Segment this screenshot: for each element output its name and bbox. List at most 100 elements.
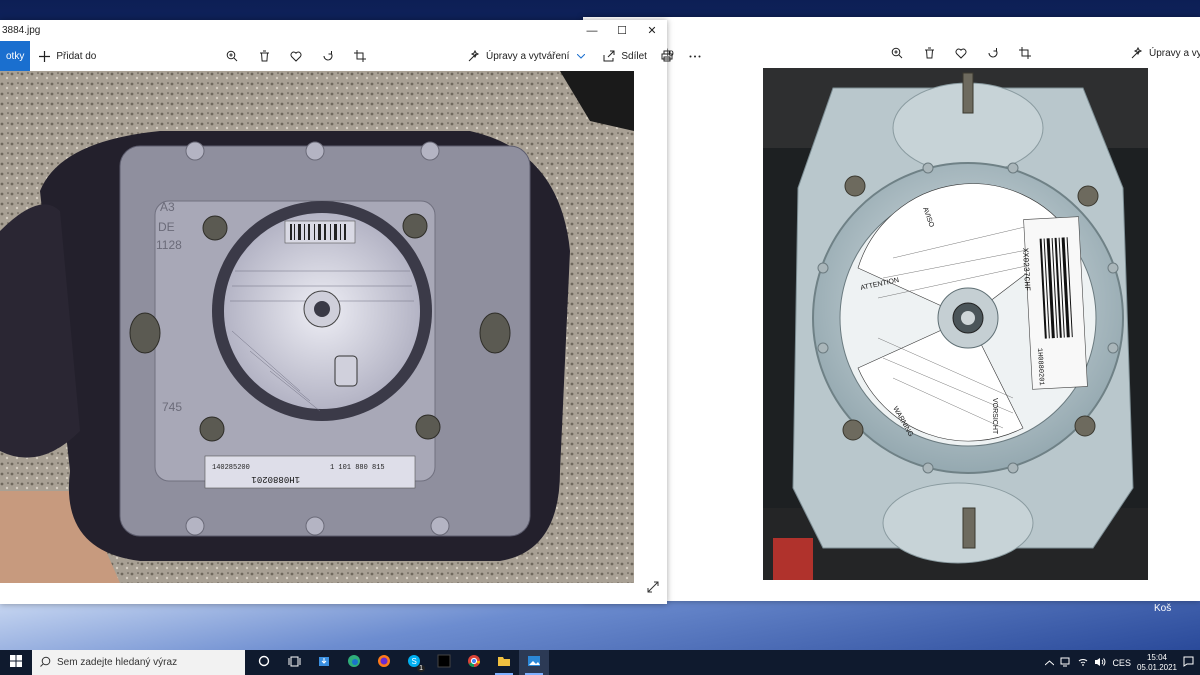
rotate-icon bbox=[985, 45, 1001, 61]
more-button[interactable] bbox=[681, 41, 709, 71]
folder-icon bbox=[497, 655, 511, 670]
edge-icon bbox=[347, 654, 361, 671]
airbag-photo-left: 140285200 1 101 880 815 1H0880201 A3 DE … bbox=[0, 71, 634, 583]
system-tray: CES 15:04 05.01.2021 bbox=[1045, 650, 1200, 675]
maximize-button[interactable]: ☐ bbox=[607, 20, 637, 41]
clock-date: 05.01.2021 bbox=[1136, 662, 1177, 672]
clock[interactable]: 15:04 05.01.2021 bbox=[1137, 653, 1177, 673]
search-icon bbox=[40, 656, 51, 670]
language-indicator[interactable]: CES bbox=[1112, 658, 1131, 668]
wifi-icon[interactable] bbox=[1078, 657, 1088, 669]
titlebar[interactable]: 3884.jpg — ☐ ✕ bbox=[0, 20, 667, 41]
printer-icon bbox=[659, 48, 675, 64]
rotate-icon bbox=[320, 48, 336, 64]
favorite-button[interactable] bbox=[282, 41, 310, 71]
zoom-button[interactable] bbox=[218, 41, 246, 71]
photo-viewer[interactable]: 140285200 1 101 880 815 1H0880201 A3 DE … bbox=[0, 71, 634, 583]
taskbar-app-explorer[interactable] bbox=[489, 650, 519, 675]
taskbar: Sem zadejte hledaný výraz S 1 CES 15:04 … bbox=[0, 650, 1200, 675]
share-label: Sdílet bbox=[621, 50, 647, 62]
cortana-button[interactable] bbox=[249, 650, 279, 675]
crop-icon bbox=[352, 48, 368, 64]
share-button[interactable]: Sdílet bbox=[595, 41, 653, 71]
heart-icon bbox=[953, 45, 969, 61]
edit-create-label: Úpravy a vytváření bbox=[1149, 47, 1200, 59]
windows-logo-icon bbox=[10, 655, 22, 670]
edit-create-button[interactable]: Úpravy a vytváření bbox=[460, 41, 595, 71]
taskbar-apps: S 1 bbox=[249, 650, 549, 675]
volume-icon[interactable] bbox=[1094, 657, 1106, 669]
emboss-de: DE bbox=[158, 220, 175, 234]
search-placeholder: Sem zadejte hledaný výraz bbox=[57, 657, 178, 668]
zoom-icon bbox=[889, 45, 905, 61]
rotate-button[interactable] bbox=[314, 41, 342, 71]
back-button[interactable]: otky bbox=[0, 41, 31, 71]
print-button[interactable] bbox=[653, 41, 681, 71]
task-view-button[interactable] bbox=[279, 650, 309, 675]
firefox-icon bbox=[377, 654, 391, 671]
taskbar-app-photos[interactable] bbox=[519, 650, 549, 675]
edit-create-label: Úpravy a vytváření bbox=[486, 50, 570, 62]
photos-window-right[interactable]: 012_154924.jpg tky Přidat do bbox=[583, 17, 1200, 601]
skype-badge: 1 bbox=[417, 665, 425, 672]
crop-button[interactable] bbox=[346, 41, 374, 71]
cortana-icon bbox=[258, 655, 270, 670]
taskbar-app-chrome[interactable] bbox=[459, 650, 489, 675]
emboss-745: 745 bbox=[162, 400, 182, 414]
notification-icon[interactable] bbox=[1183, 656, 1194, 669]
back-label: otky bbox=[6, 50, 25, 62]
chevron-down-icon bbox=[573, 48, 589, 64]
favorite-button[interactable] bbox=[947, 38, 975, 68]
crop-button[interactable] bbox=[1011, 38, 1039, 68]
edit-create-button[interactable]: Úpravy a vytváření bbox=[1123, 38, 1200, 68]
taskbar-app-firefox[interactable] bbox=[369, 650, 399, 675]
trash-icon bbox=[256, 48, 272, 64]
taskbar-app-skype[interactable]: S 1 bbox=[399, 650, 429, 675]
magic-wand-icon bbox=[1129, 45, 1145, 61]
network-icon[interactable] bbox=[1060, 657, 1072, 669]
chevron-up-icon[interactable] bbox=[1045, 658, 1055, 668]
recycle-bin-label[interactable]: Koš bbox=[1154, 603, 1171, 614]
wallpaper-streak bbox=[0, 600, 1200, 650]
minimize-button[interactable]: — bbox=[577, 20, 607, 41]
crop-icon bbox=[1017, 45, 1033, 61]
more-icon bbox=[687, 48, 703, 64]
chrome-icon bbox=[467, 654, 481, 671]
close-button[interactable]: ✕ bbox=[637, 20, 667, 41]
delete-button[interactable] bbox=[915, 38, 943, 68]
trash-icon bbox=[921, 45, 937, 61]
titlebar[interactable]: 012_154924.jpg bbox=[583, 17, 1200, 38]
photos-icon bbox=[527, 655, 541, 670]
add-to-button[interactable]: Přidat do bbox=[30, 41, 102, 71]
barcode-small-text: 1 101 880 815 bbox=[330, 464, 385, 472]
zoom-button[interactable] bbox=[883, 38, 911, 68]
add-to-label: Přidat do bbox=[56, 50, 97, 62]
rotate-button[interactable] bbox=[979, 38, 1007, 68]
photos-window-left[interactable]: 3884.jpg — ☐ ✕ otky Přidat do Úpravy a v… bbox=[0, 20, 701, 604]
taskbar-app-files[interactable] bbox=[309, 650, 339, 675]
close-icon: ✕ bbox=[647, 25, 657, 37]
part-number-text: 1H0880201 bbox=[251, 474, 300, 484]
delete-button[interactable] bbox=[250, 41, 278, 71]
emboss-a3: A3 bbox=[160, 200, 175, 214]
zoom-icon bbox=[224, 48, 240, 64]
minimize-icon: — bbox=[586, 24, 598, 37]
window-title: 3884.jpg bbox=[2, 25, 41, 36]
terminal-icon bbox=[437, 654, 451, 671]
taskbar-app-edge[interactable] bbox=[339, 650, 369, 675]
photo-viewer[interactable]: ATTENTION WARNING AVISO VORSICHT 1H08802… bbox=[763, 68, 1148, 580]
fullscreen-button[interactable] bbox=[645, 580, 661, 596]
magic-wand-icon bbox=[466, 48, 482, 64]
start-button[interactable] bbox=[0, 650, 32, 675]
heart-icon bbox=[288, 48, 304, 64]
task-view-icon bbox=[288, 656, 301, 670]
expand-icon bbox=[647, 580, 659, 596]
share-icon bbox=[601, 48, 617, 64]
serial-top-text: 140285200 bbox=[212, 464, 250, 472]
emboss-1128: 1128 bbox=[156, 238, 182, 252]
photo-toolbar: otky Přidat do Úpravy a vytváření Sdílet bbox=[0, 41, 701, 71]
search-box[interactable]: Sem zadejte hledaný výraz bbox=[32, 650, 245, 675]
svg-text:S: S bbox=[412, 657, 417, 666]
taskbar-app-terminal[interactable] bbox=[429, 650, 459, 675]
vorsicht-label: VORSICHT bbox=[991, 398, 998, 435]
